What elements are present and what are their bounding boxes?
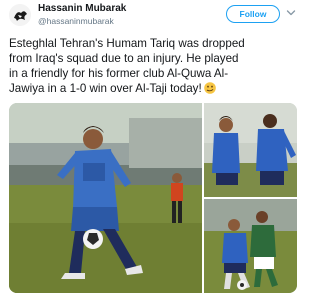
main-action-photo[interactable] xyxy=(9,103,202,293)
author-display-name[interactable]: Hassanin Mubarak xyxy=(38,3,126,14)
players-group-photo[interactable] xyxy=(204,103,297,197)
avatar-logo-icon xyxy=(9,4,31,26)
avatar[interactable] xyxy=(9,4,31,26)
tweet-text-line: from Iraq's squad due to an injury. He p… xyxy=(9,52,239,65)
tweet-text-line: in a friendly for his former club Al-Quw… xyxy=(9,67,229,80)
tweet-text-line-last: Jawiya in a 1-0 win over Al-Taji today! xyxy=(9,81,295,96)
grimace-face-icon xyxy=(203,82,216,94)
tweet-text-line: Esteghlal Tehran's Humam Tariq was dropp… xyxy=(9,37,245,50)
follow-button[interactable]: Follow xyxy=(226,5,280,23)
tweet-media-grid xyxy=(9,103,297,293)
tweet-text-line-content: Jawiya in a 1-0 win over Al-Taji today! xyxy=(9,82,202,95)
tweet-card: Hassanin Mubarak @hassaninmubarak Follow… xyxy=(0,0,300,300)
tweet-text: Esteghlal Tehran's Humam Tariq was dropp… xyxy=(9,36,295,96)
chevron-down-icon[interactable] xyxy=(286,8,296,18)
author-handle[interactable]: @hassaninmubarak xyxy=(38,16,114,26)
tackle-photo[interactable] xyxy=(204,199,297,293)
